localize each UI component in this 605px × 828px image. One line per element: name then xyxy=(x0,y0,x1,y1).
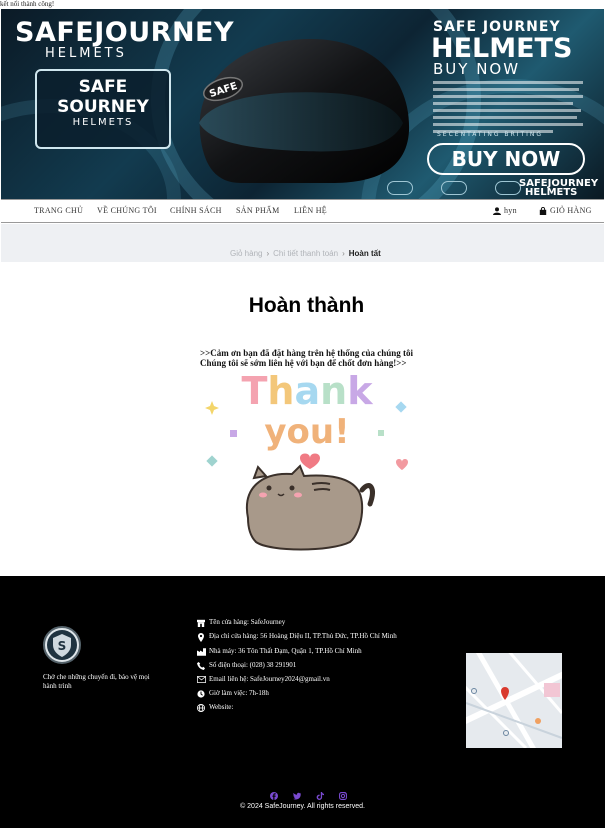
footer-phone-row: Số điện thoại: (028) 38 291901 xyxy=(197,661,407,670)
store-icon xyxy=(197,618,209,627)
helmet-image: SAFE xyxy=(199,39,410,183)
clock-icon xyxy=(197,689,209,698)
nav-item-products[interactable]: SẢN PHẨM xyxy=(236,206,280,215)
breadcrumb-checkout[interactable]: Chi tiết thanh toán xyxy=(273,249,338,258)
footer-hours: Giờ làm việc: 7h-18h xyxy=(209,689,269,697)
facebook-icon[interactable] xyxy=(270,792,278,802)
main-navigation: TRANG CHỦ VỀ CHÚNG TÔI CHÍNH SÁCH SẢN PH… xyxy=(1,199,604,223)
tiktok-icon[interactable] xyxy=(316,792,324,802)
banner-badge: SAFE SOURNEY HELMETS xyxy=(35,69,171,149)
site-footer: S Chở che những chuyến đi, bảo vệ mọi hà… xyxy=(0,576,605,828)
globe-icon xyxy=(197,703,209,712)
svg-text:S: S xyxy=(58,639,67,653)
footer-hours-row: Giờ làm việc: 7h-18h xyxy=(197,689,407,698)
breadcrumb: Giỏ hàng › Chi tiết thanh toán › Hoàn tất xyxy=(230,249,381,258)
shield-logo-icon: S xyxy=(47,630,77,660)
banner-tagline: SECENTATING BRITING xyxy=(437,131,544,138)
connection-status-text: kết nối thành công! xyxy=(0,0,55,8)
footer-phone[interactable]: Số điện thoại: (028) 38 291901 xyxy=(209,661,296,670)
nav-user-name: hyn xyxy=(504,206,517,215)
footer-factory-row: Nhà máy: 36 Tôn Thất Đạm, Quận 1, TP.Hồ … xyxy=(197,647,407,656)
shopping-bag-icon xyxy=(539,207,547,216)
nav-cart-label: GIỎ HÀNG xyxy=(550,206,592,215)
banner-small-logo: SAFEJOURNEY HELMETS xyxy=(519,179,598,198)
thank-you-illustration: Thank you! xyxy=(205,370,408,551)
nav-item-home[interactable]: TRANG CHỦ xyxy=(34,206,83,215)
phone-icon xyxy=(197,661,209,670)
chevron-right-icon: › xyxy=(342,249,345,258)
footer-store-name: Tên cửa hàng: SafeJourney xyxy=(209,618,286,626)
order-message-line-1: >>Cảm ơn bạn đã đặt hàng trên hệ thống c… xyxy=(200,348,414,358)
chevron-right-icon: › xyxy=(266,249,270,258)
footer-slogan: Chở che những chuyến đi, bảo vệ mọi hành… xyxy=(43,673,150,690)
footer-store-name-row: Tên cửa hàng: SafeJourney xyxy=(197,618,407,627)
banner-fineprint xyxy=(433,81,583,137)
footer-address-row: Địa chỉ cửa hàng: 56 Hoàng Diệu II, TP.T… xyxy=(197,632,407,642)
breadcrumb-cart[interactable]: Giỏ hàng xyxy=(230,249,262,258)
location-pin-icon xyxy=(197,632,209,642)
banner-brand-subtitle: HELMETS xyxy=(45,46,127,61)
banner-right-line-3: BUY NOW xyxy=(433,60,521,78)
order-message: >>Cảm ơn bạn đã đặt hàng trên hệ thống c… xyxy=(200,348,413,368)
nav-item-about[interactable]: VỀ CHÚNG TÔI xyxy=(97,206,157,215)
nav-user-link[interactable]: hyn xyxy=(493,206,517,216)
breadcrumb-complete: Hoàn tất xyxy=(348,249,381,258)
factory-icon xyxy=(197,647,209,656)
footer-website-row: Website: xyxy=(197,703,407,712)
small-logo-line-2: HELMETS xyxy=(525,187,578,198)
badge-line-3: HELMETS xyxy=(72,117,134,128)
footer-store-address: Địa chỉ cửa hàng: 56 Hoàng Diệu II, TP.T… xyxy=(209,632,397,640)
store-location-map[interactable] xyxy=(466,653,562,748)
footer-email-row: Email liên hệ: SafeJourney2024@gmail.vn xyxy=(197,675,407,684)
thank-text: Thank xyxy=(242,370,374,413)
nav-item-policy[interactable]: CHÍNH SÁCH xyxy=(170,206,222,215)
footer-contact-info: Tên cửa hàng: SafeJourney Địa chỉ cửa hà… xyxy=(197,618,407,717)
badge-line-1: SAFE xyxy=(78,77,128,97)
envelope-icon xyxy=(197,675,209,683)
footer-factory: Nhà máy: 36 Tôn Thất Đạm, Quận 1, TP.Hồ … xyxy=(209,647,362,655)
hero-banner[interactable]: SAFEJOURNEY HELMETS SAFE SOURNEY HELMETS… xyxy=(1,9,604,199)
footer-copyright: © 2024 SafeJourney. All rights reserved. xyxy=(240,803,365,810)
you-text: you! xyxy=(264,412,349,452)
nav-item-contact[interactable]: LIÊN HỆ xyxy=(294,206,327,215)
footer-website[interactable]: Website: xyxy=(209,703,233,712)
order-message-line-2: Chúng tôi sẽ sớm liên hệ với bạn để chốt… xyxy=(200,358,407,368)
nav-cart-link[interactable]: GIỎ HÀNG xyxy=(539,206,592,216)
user-icon xyxy=(493,207,501,216)
instagram-icon[interactable] xyxy=(339,792,347,802)
badge-line-2: SOURNEY xyxy=(57,97,149,117)
buy-now-button[interactable]: BUY NOW xyxy=(427,143,585,175)
page-title: Hoàn thành xyxy=(248,294,365,317)
twitter-icon[interactable] xyxy=(293,792,301,802)
footer-email[interactable]: Email liên hệ: SafeJourney2024@gmail.vn xyxy=(209,675,330,684)
footer-logo[interactable]: S xyxy=(43,626,81,664)
